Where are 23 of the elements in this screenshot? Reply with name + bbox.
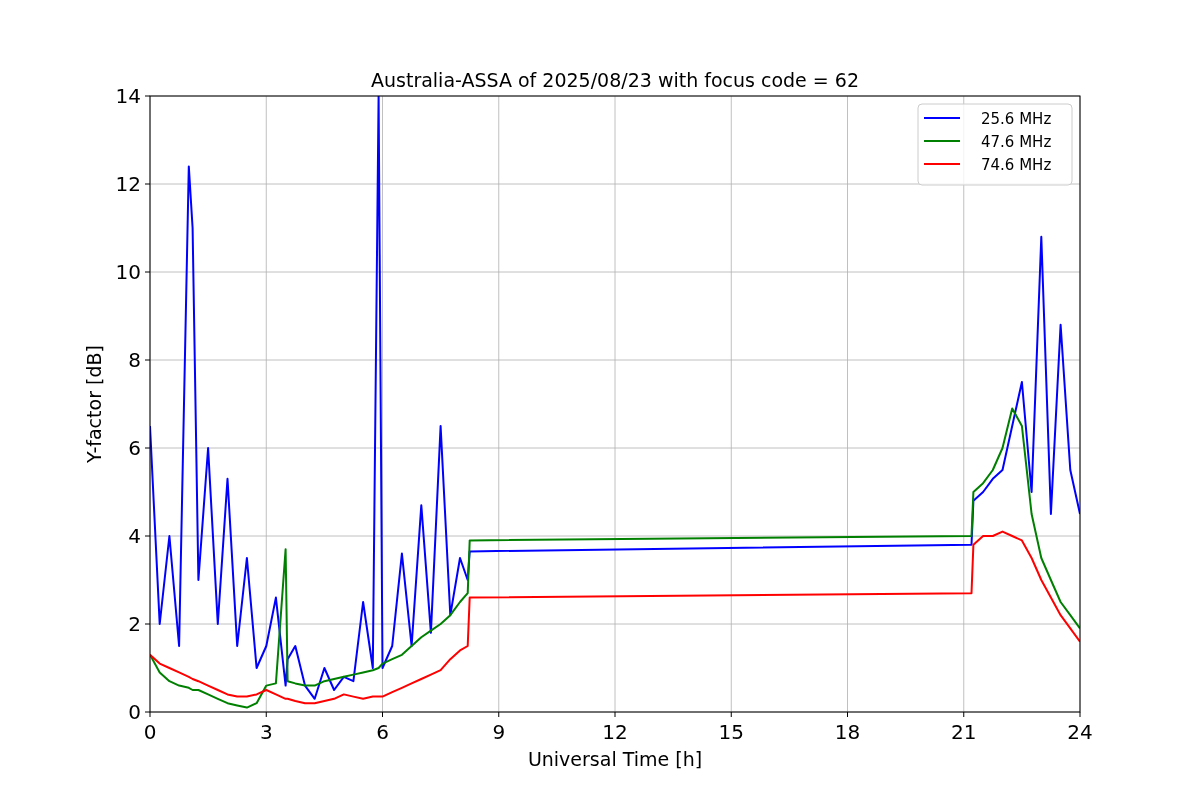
tick-label: 21 [951,720,977,744]
y-axis-label: Y-factor [dB] [83,345,105,463]
tick-label: 12 [602,720,628,744]
tick-label: 10 [115,260,141,284]
legend-label: 47.6 MHz [981,133,1052,151]
tick-label: 0 [128,700,141,724]
legend-label: 74.6 MHz [981,156,1052,174]
chart-title: Australia-ASSA of 2025/08/23 with focus code = 62 [371,69,859,91]
x-axis-label: Universal Time [h] [527,748,703,770]
tick-label: 14 [115,84,141,108]
tick-label: 18 [834,720,861,744]
tick-label: 4 [128,524,141,548]
tick-label: 6 [376,720,389,744]
tick-label: 15 [718,720,744,744]
tick-label: 9 [492,720,506,744]
legend-label: 25.6 MHz [981,110,1052,128]
tick-label: 24 [1067,720,1093,744]
tick-label: 6 [128,436,141,460]
tick-label: 3 [259,720,273,744]
tick-label: 2 [128,612,141,636]
tick-label: 0 [143,720,157,744]
tick-label: 12 [115,172,141,196]
tick-label: 8 [128,348,141,372]
